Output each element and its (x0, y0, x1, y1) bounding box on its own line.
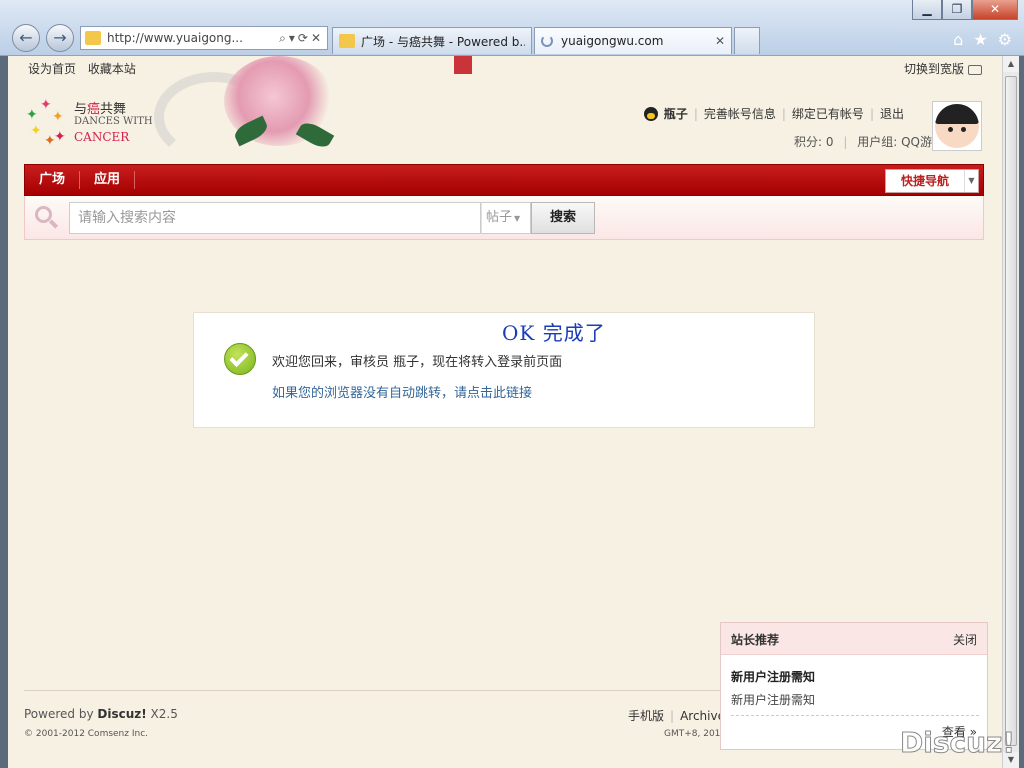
message-text: 欢迎您回来，审核员 瓶子，现在将转入登录前页面 (272, 355, 563, 370)
address-bar[interactable]: http://www.yuaigong... ⌕▾⟳✕ (80, 26, 328, 50)
tab-yuaigongwu[interactable]: yuaigongwu.com ✕ (534, 27, 732, 54)
loading-spinner-icon (541, 35, 553, 47)
discuz-watermark: Discuz! (899, 726, 1016, 760)
page-viewport: 设为首页 收藏本站 切换到宽版 ✦ ✦ ✦ ✦ ✦ ✦ 与癌共舞 DANCES … (8, 56, 1002, 768)
switch-wide-link[interactable]: 切换到宽版 (904, 60, 982, 77)
top-links: 设为首页 收藏本站 (28, 60, 144, 77)
search-icon (35, 206, 59, 229)
chevron-down-icon: ▼ (964, 170, 978, 192)
browser-chrome: ▁ ❐ ✕ ← → http://www.yuaigong... ⌕▾⟳✕ 广场… (0, 0, 1024, 56)
qq-penguin-icon (643, 106, 658, 121)
message-box: OK 完成了 欢迎您回来，审核员 瓶子，现在将转入登录前页面 如果您的浏览器没有… (193, 312, 815, 428)
powered-by: Powered by Discuz! X2.5 (24, 707, 178, 721)
user-group[interactable]: 用户组: QQ游客 (857, 135, 944, 149)
recommend-item-title[interactable]: 新用户注册需知 (731, 668, 815, 685)
new-tab-button[interactable] (734, 27, 760, 54)
logo-chinese-name: 与癌共舞 (74, 102, 127, 117)
search-type-label: 帖子 (486, 210, 513, 225)
browser-tools: ⌂ ★ ⚙ (953, 30, 1012, 49)
user-info: 积分: 0 | 用户组: QQ游客 (794, 135, 944, 149)
red-seal-icon (454, 56, 472, 74)
recommend-title: 站长推荐 (731, 633, 780, 647)
recommend-item-desc: 新用户注册需知 (731, 693, 816, 707)
main-nav: 广场 应用 快捷导航 ▼ (24, 164, 984, 196)
bookmark-site-link[interactable]: 收藏本站 (88, 62, 136, 76)
banner-swirl (154, 72, 274, 162)
logo-english-line2: CANCER (74, 130, 130, 144)
site-favicon-icon (85, 31, 101, 45)
leaf-icon (295, 118, 335, 152)
forward-button[interactable]: → (46, 24, 74, 52)
recommend-header: 站长推荐 关闭 (721, 623, 987, 655)
logo-english-line1: DANCES WITH (74, 116, 153, 127)
complete-account-link[interactable]: 完善帐号信息 (704, 105, 776, 122)
switch-wide-label: 切换到宽版 (903, 62, 964, 76)
vertical-scrollbar[interactable]: ▲ ▼ (1002, 56, 1019, 768)
gmt-time: GMT+8, 201 (664, 729, 721, 739)
redirect-link[interactable]: 如果您的浏览器没有自动跳转，请点击此链接 (272, 382, 532, 401)
search-button[interactable]: 搜索 (531, 202, 595, 234)
success-check-icon (224, 343, 256, 375)
favorites-star-icon[interactable]: ★ (973, 30, 987, 49)
avatar-face-icon (935, 104, 979, 148)
tab-guangchang[interactable]: 广场 - 与癌共舞 - Powered b... (332, 27, 532, 54)
peony-flower-icon (224, 56, 334, 146)
message-title: OK 完成了 (502, 321, 606, 345)
chevron-down-icon: ▼ (514, 214, 521, 223)
avatar[interactable] (932, 101, 982, 151)
tab-close-icon[interactable]: ✕ (715, 34, 725, 48)
scroll-thumb[interactable] (1005, 76, 1017, 746)
quick-nav-label: 快捷导航 (901, 174, 950, 188)
username-link[interactable]: 瓶子 (664, 105, 688, 122)
calligraphy-decoration (360, 84, 450, 134)
quick-nav-button[interactable]: 快捷导航 ▼ (885, 169, 979, 193)
search-type-select[interactable]: 帖子 ▼ (481, 202, 531, 234)
archive-link[interactable]: Archive (680, 709, 725, 723)
discuz-link[interactable]: Discuz! (97, 707, 146, 721)
set-homepage-link[interactable]: 设为首页 (28, 62, 76, 76)
mobile-link[interactable]: 手机版 (628, 709, 664, 723)
maximize-button[interactable]: ❐ (942, 0, 972, 20)
footer-links: 手机版 | Archive (628, 709, 725, 723)
search-bar: 请输入搜索内容 帖子 ▼ 搜索 (24, 196, 984, 240)
tab-title: 广场 - 与癌共舞 - Powered b... (361, 34, 525, 49)
window-controls: ▁ ❐ ✕ (912, 0, 1018, 20)
home-icon[interactable]: ⌂ (953, 30, 963, 49)
recommend-close-button[interactable]: 关闭 (953, 631, 977, 648)
site-logo[interactable]: ✦ ✦ ✦ ✦ ✦ ✦ 与癌共舞 DANCES WITH CANCER (24, 98, 164, 158)
colorful-stars-icon: ✦ ✦ ✦ ✦ ✦ ✦ (26, 97, 66, 149)
nav-item-guangchang[interactable]: 广场 (25, 171, 81, 189)
scroll-up-icon[interactable]: ▲ (1003, 56, 1019, 72)
copyright: © 2001-2012 Comsenz Inc. (24, 729, 149, 739)
user-points[interactable]: 积分: 0 (794, 135, 834, 149)
bind-account-link[interactable]: 绑定已有帐号 (792, 105, 864, 122)
settings-gear-icon[interactable]: ⚙ (998, 30, 1012, 49)
address-tools-icon[interactable]: ⌕▾⟳✕ (279, 31, 327, 46)
back-button[interactable]: ← (12, 24, 40, 52)
tab-title: yuaigongwu.com (561, 34, 664, 48)
logout-link[interactable]: 退出 (880, 105, 904, 122)
divider (731, 715, 979, 716)
tab-favicon-icon (339, 34, 355, 48)
wide-screen-icon (968, 64, 982, 75)
user-bar: 瓶子 | 完善帐号信息 | 绑定已有帐号 | 退出 (643, 105, 904, 122)
minimize-button[interactable]: ▁ (912, 0, 942, 20)
leaf-icon (231, 115, 271, 147)
address-url: http://www.yuaigong... (107, 31, 243, 45)
window-close-button[interactable]: ✕ (972, 0, 1018, 20)
nav-item-apps[interactable]: 应用 (80, 171, 136, 189)
search-input[interactable]: 请输入搜索内容 (69, 202, 481, 234)
